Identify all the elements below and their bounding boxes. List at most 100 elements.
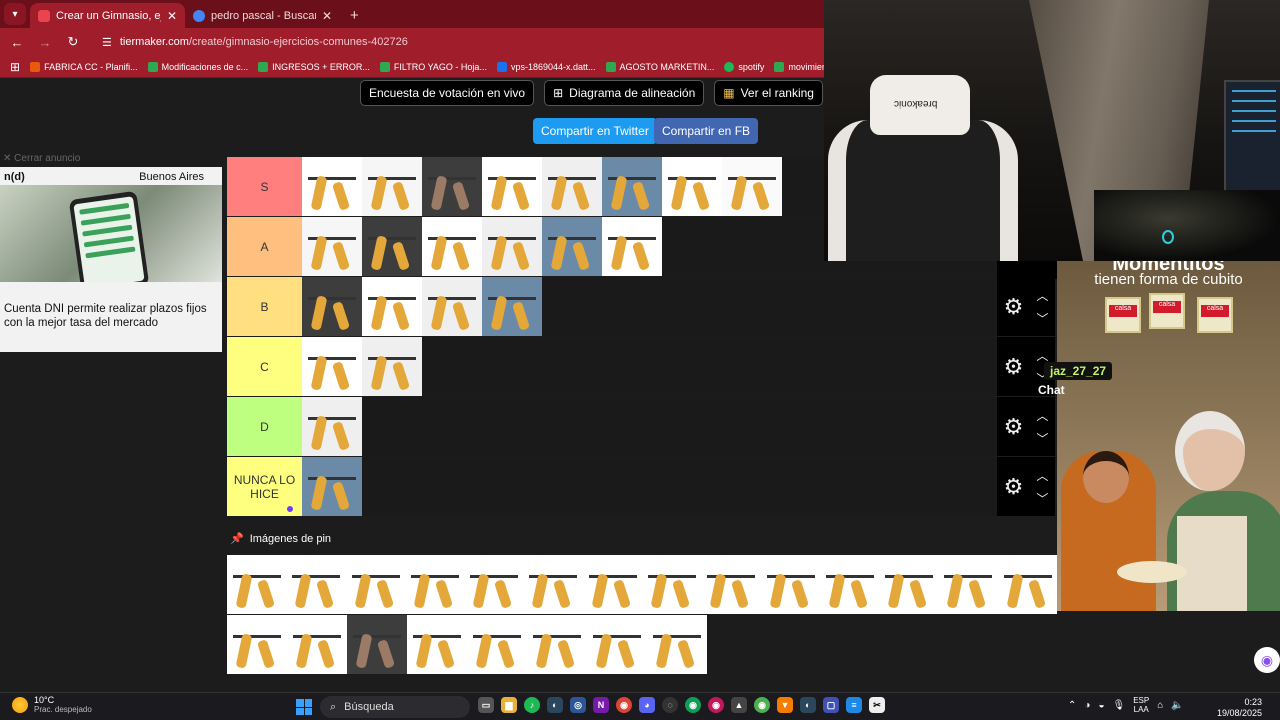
exercise-thumbnail[interactable] [602, 217, 662, 276]
exercise-thumbnail[interactable] [362, 277, 422, 336]
app-icon[interactable]: ◎ [570, 697, 586, 713]
exercise-thumbnail[interactable] [422, 157, 482, 216]
exercise-thumbnail[interactable] [302, 217, 362, 276]
url-field[interactable]: ☰ tiermaker.com/create/gimnasio-ejercici… [94, 31, 824, 53]
share-facebook-button[interactable]: Compartir en FB [654, 118, 759, 144]
bookmark-item[interactable]: FABRICA CC - Planifi... [30, 61, 138, 72]
exercise-thumbnail[interactable] [362, 337, 422, 396]
exercise-thumbnail[interactable] [407, 615, 467, 674]
bookmark-item[interactable]: vps-1869044-x.datt... [496, 61, 596, 72]
alignment-chart-button[interactable]: ⊞ Diagrama de alineación [544, 80, 705, 106]
exercise-thumbnail[interactable] [582, 555, 642, 614]
tab-search-button[interactable]: ▾ [4, 3, 26, 25]
view-ranking-button[interactable]: ▦ Ver el ranking [714, 80, 823, 106]
chrome-icon[interactable]: ◉ [616, 697, 632, 713]
exercise-thumbnail[interactable] [227, 555, 287, 614]
exercise-thumbnail[interactable] [602, 157, 662, 216]
exercise-thumbnail[interactable] [819, 555, 880, 614]
spotify-icon[interactable]: ♪ [524, 697, 540, 713]
gear-icon[interactable]: ⚙ [1004, 354, 1024, 380]
exercise-thumbnail[interactable] [302, 397, 362, 456]
task-view-icon[interactable]: ▭ [478, 697, 494, 713]
chrome-profile-icon[interactable]: ◉ [685, 697, 701, 713]
chevron-down-icon[interactable]: ﹀ [1036, 430, 1048, 447]
exercise-thumbnail[interactable] [482, 217, 542, 276]
exercise-thumbnail[interactable] [527, 615, 587, 674]
obs-icon[interactable]: ◌ [662, 697, 678, 713]
ad-banner[interactable]: n(d) Buenos Aires Cuenta DNI permite rea… [0, 167, 222, 352]
exercise-thumbnail[interactable] [542, 217, 602, 276]
exercise-thumbnail[interactable] [938, 555, 998, 614]
exercise-thumbnail[interactable] [722, 157, 782, 216]
exercise-thumbnail[interactable] [464, 555, 524, 614]
app-icon[interactable]: ▼ [777, 697, 793, 713]
onenote-icon[interactable]: N [593, 697, 609, 713]
volume-icon[interactable]: 🔈 [1171, 700, 1183, 711]
chrome-profile-icon[interactable]: ◉ [754, 697, 770, 713]
steam-icon[interactable]: ◐ [547, 697, 563, 713]
forward-icon[interactable]: → [38, 35, 52, 50]
bookmark-item[interactable]: AGOSTO MARKETIN... [605, 61, 714, 72]
chevron-up-icon[interactable]: ︿ [1036, 407, 1048, 424]
microphone-icon[interactable]: 🎙 [1112, 700, 1125, 711]
tab-tiermaker[interactable]: Crear un Gimnasio, ejercicios c ✕ [30, 3, 185, 28]
exercise-thumbnail[interactable] [587, 615, 647, 674]
gear-icon[interactable]: ⚙ [1004, 294, 1024, 320]
chrome-profile-icon[interactable]: ◉ [708, 697, 724, 713]
exercise-thumbnail[interactable] [227, 615, 287, 674]
file-explorer-icon[interactable]: ▆ [501, 697, 517, 713]
exercise-thumbnail[interactable] [523, 555, 583, 614]
tier-label[interactable]: D [227, 397, 302, 456]
chevron-up-icon[interactable]: ⌃ [1068, 700, 1076, 711]
exercise-thumbnail[interactable] [997, 555, 1057, 614]
tier-label[interactable]: B [227, 277, 302, 336]
tier-label[interactable]: S [227, 157, 302, 216]
taskbar-search[interactable]: ⌕ Búsqueda [320, 696, 470, 718]
exercise-thumbnail[interactable] [302, 337, 362, 396]
exercise-thumbnail[interactable] [362, 157, 422, 216]
steam-icon[interactable]: ◐ [800, 697, 816, 713]
exercise-thumbnail[interactable] [404, 555, 465, 614]
exercise-thumbnail[interactable] [345, 555, 405, 614]
exercise-thumbnail[interactable] [286, 555, 346, 614]
bookmark-item[interactable]: INGRESOS + ERROR... [258, 61, 370, 72]
language-indicator[interactable]: ESP LAA [1133, 696, 1149, 714]
bookmark-item[interactable]: FILTRO YAGO - Hoja... [379, 61, 487, 72]
exercise-thumbnail[interactable] [302, 277, 362, 336]
chevron-up-icon[interactable]: ︿ [1036, 287, 1048, 304]
gear-icon[interactable]: ⚙ [1004, 414, 1024, 440]
exercise-thumbnail[interactable] [879, 555, 939, 614]
app-icon[interactable]: ▲ [731, 697, 747, 713]
share-twitter-button[interactable]: Compartir en Twitter [533, 118, 657, 144]
exercise-thumbnail[interactable] [641, 555, 702, 614]
exercise-thumbnail[interactable] [542, 157, 602, 216]
exercise-thumbnail[interactable] [701, 555, 761, 614]
tier-label[interactable]: C [227, 337, 302, 396]
close-icon[interactable]: ✕ [322, 9, 332, 23]
bookmark-item[interactable]: movimientos tallere... [774, 61, 824, 72]
exercise-thumbnail[interactable] [302, 457, 362, 516]
app-icon[interactable]: ▢ [823, 697, 839, 713]
clock[interactable]: 0:23 19/08/2025 [1217, 697, 1262, 719]
apps-grid-icon[interactable]: ⊞ [10, 60, 20, 74]
exercise-thumbnail[interactable] [467, 615, 527, 674]
exercise-thumbnail[interactable] [347, 615, 407, 674]
exercise-thumbnail[interactable] [362, 217, 422, 276]
side-ad[interactable]: Momentitos tienen forma de cubito calsa … [1057, 261, 1280, 611]
exercise-thumbnail[interactable] [647, 615, 707, 674]
tier-label[interactable]: A [227, 217, 302, 276]
exercise-thumbnail[interactable] [302, 157, 362, 216]
close-icon[interactable]: ✕ [167, 9, 177, 23]
exercise-thumbnail[interactable] [422, 277, 482, 336]
back-icon[interactable]: ← [10, 35, 24, 50]
new-tab-button[interactable]: + [340, 7, 369, 28]
bookmark-item[interactable]: Modificaciones de c... [147, 61, 248, 72]
discord-icon[interactable]: ◕ [639, 697, 655, 713]
reload-icon[interactable]: ↻ [66, 34, 80, 50]
gear-icon[interactable]: ⚙ [1004, 474, 1024, 500]
close-ad-button[interactable]: ✕ Cerrar anuncio [3, 153, 80, 164]
chevron-up-icon[interactable]: ︿ [1036, 347, 1048, 364]
site-info-icon[interactable]: ☰ [102, 36, 112, 49]
bookmark-item[interactable]: spotify [724, 61, 764, 72]
exercise-thumbnail[interactable] [482, 277, 542, 336]
